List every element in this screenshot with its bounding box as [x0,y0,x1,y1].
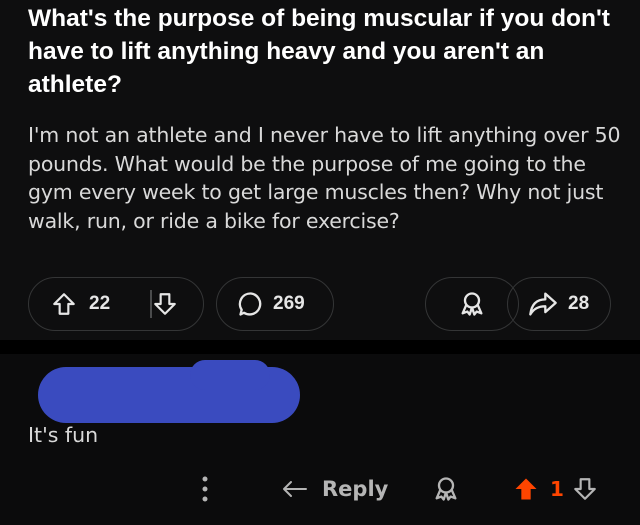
section-separator [0,340,640,354]
post-body: I'm not an athlete and I never have to l… [28,123,621,233]
reply-label: Reply [322,477,389,501]
comment-score: 1 [550,477,564,501]
comment-award-button[interactable] [432,469,460,509]
reply-arrow-icon [280,476,310,502]
post-container: What's the purpose of being muscular if … [0,0,640,340]
comments-button[interactable]: 269 [216,277,334,331]
comment-count: 269 [273,293,305,314]
share-arrow-icon [528,290,558,318]
upvote-arrow-icon[interactable] [512,475,540,503]
redacted-username-edge [190,360,270,390]
post-title[interactable]: What's the purpose of being muscular if … [28,2,618,101]
comment-bubble-icon [237,290,265,318]
upvote-arrow-icon[interactable] [51,291,77,317]
comment-body: It's fun [28,423,99,447]
vote-control: 22 [28,277,204,331]
more-vertical-icon [198,472,212,506]
share-button[interactable]: 28 [507,277,611,331]
more-options-button[interactable] [198,469,212,509]
vote-divider [150,290,152,318]
award-icon [432,475,460,503]
downvote-arrow-icon[interactable] [572,476,598,502]
award-icon [458,290,486,318]
vote-count: 22 [89,293,111,314]
reply-button[interactable]: Reply [280,469,388,509]
share-count: 28 [568,293,590,314]
downvote-arrow-icon[interactable] [152,291,178,317]
award-button[interactable] [425,277,519,331]
comment-vote-control: 1 [512,469,598,509]
